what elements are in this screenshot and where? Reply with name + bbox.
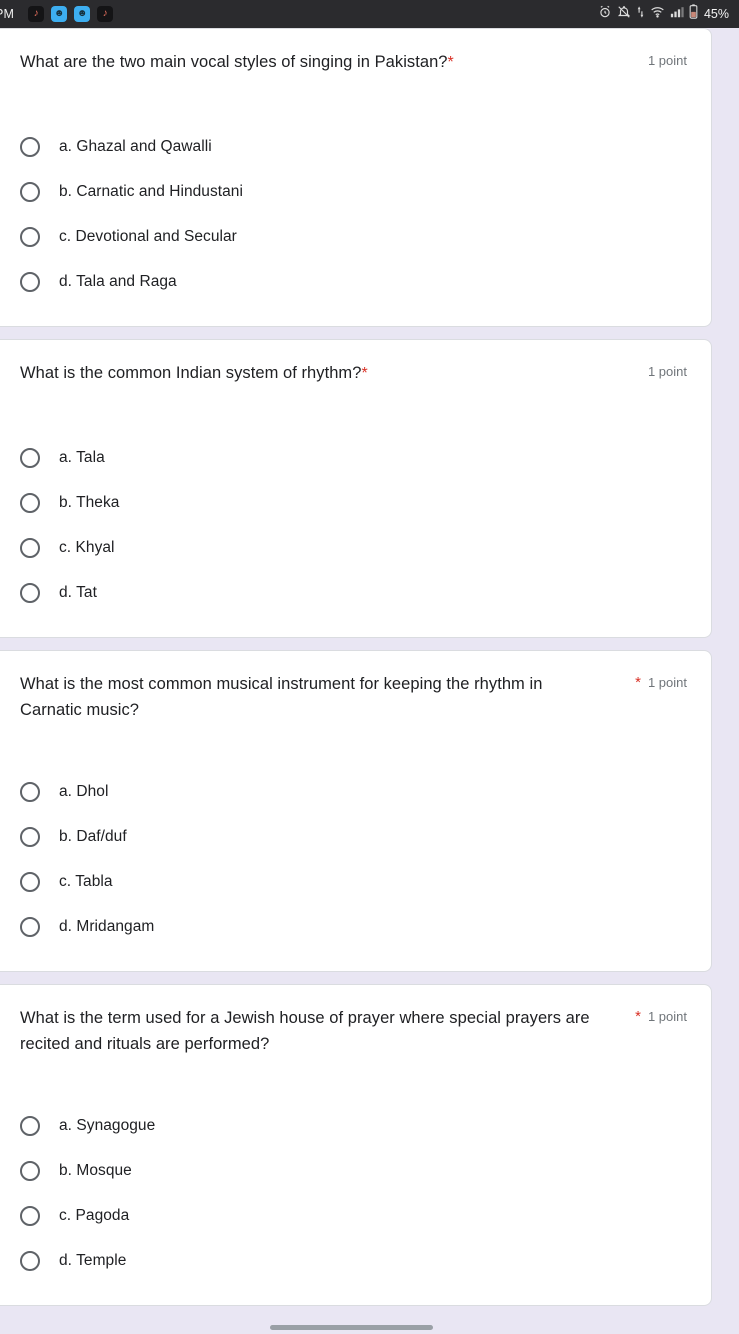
radio-button-icon[interactable] <box>20 271 40 292</box>
tiktok-notification-icon: ♪ <box>97 6 114 22</box>
question-title: What is the most common musical instrume… <box>20 675 543 719</box>
radio-button-icon[interactable] <box>20 136 40 157</box>
status-bar-right: 45% <box>598 4 729 24</box>
radio-option[interactable]: a. Synagogue <box>20 1103 687 1148</box>
radio-button-icon[interactable] <box>20 826 40 847</box>
question-header: What are the two main vocal styles of si… <box>20 49 687 76</box>
horizontal-scrollbar-thumb[interactable] <box>270 1325 433 1330</box>
radio-option[interactable]: d. Mridangam <box>20 904 687 949</box>
points-label: 1 point <box>647 53 687 68</box>
radio-button-icon[interactable] <box>20 582 40 603</box>
question-text: What is the common Indian system of rhyt… <box>20 364 362 382</box>
battery-icon <box>689 4 698 24</box>
alarm-icon <box>598 5 612 24</box>
question-title: What is the term used for a Jewish house… <box>20 1009 590 1053</box>
question-header: What is the most common musical instrume… <box>20 671 687 723</box>
radio-option[interactable]: b. Carnatic and Hindustani <box>20 169 687 214</box>
battery-percentage: 45% <box>703 7 729 21</box>
radio-button-icon[interactable] <box>20 1205 40 1226</box>
radio-option[interactable]: d. Tat <box>20 570 687 615</box>
option-label: d. Tat <box>59 583 97 601</box>
radio-button-icon[interactable] <box>20 1160 40 1181</box>
radio-option[interactable]: d. Tala and Raga <box>20 259 687 304</box>
question-meta: 1 point <box>648 360 687 379</box>
question-header: What is the common Indian system of rhyt… <box>20 360 687 387</box>
question-card: What is the common Indian system of rhyt… <box>0 339 712 638</box>
question-text: What are the two main vocal styles of si… <box>20 53 448 71</box>
radio-option[interactable]: b. Theka <box>20 480 687 525</box>
wifi-icon <box>650 5 665 24</box>
tiktok-notification-icon: ♪ <box>28 6 45 22</box>
question-card: What is the most common musical instrume… <box>0 650 712 972</box>
option-label: a. Dhol <box>59 782 109 800</box>
option-label: b. Daf/duf <box>59 827 127 845</box>
radio-option[interactable]: b. Daf/duf <box>20 814 687 859</box>
required-asterisk: * <box>635 1008 641 1025</box>
data-transfer-icon <box>636 5 645 24</box>
option-label: c. Khyal <box>59 538 115 556</box>
points-label: 1 point <box>647 1009 687 1024</box>
radio-option[interactable]: c. Khyal <box>20 525 687 570</box>
radio-button-icon[interactable] <box>20 537 40 558</box>
radio-button-icon[interactable] <box>20 1115 40 1136</box>
radio-button-icon[interactable] <box>20 181 40 202</box>
answer-options: a. Synagogue b. Mosque c. Pagoda d. Temp… <box>20 1103 687 1283</box>
radio-button-icon[interactable] <box>20 871 40 892</box>
option-label: d. Temple <box>59 1251 127 1269</box>
signal-bars-icon <box>670 5 684 24</box>
required-asterisk: * <box>635 674 641 691</box>
radio-option[interactable]: d. Temple <box>20 1238 687 1283</box>
question-header: What is the term used for a Jewish house… <box>20 1005 687 1057</box>
question-meta: * 1 point <box>635 671 687 690</box>
option-label: b. Carnatic and Hindustani <box>59 182 243 200</box>
status-bar: PM ♪ ☻ ☻ ♪ <box>0 0 739 28</box>
option-label: d. Tala and Raga <box>59 272 177 290</box>
question-card: What are the two main vocal styles of si… <box>0 28 712 327</box>
radio-option[interactable]: b. Mosque <box>20 1148 687 1193</box>
required-asterisk: * <box>361 365 368 382</box>
option-label: c. Tabla <box>59 872 113 890</box>
radio-option[interactable]: c. Pagoda <box>20 1193 687 1238</box>
notifications-muted-icon <box>617 5 631 24</box>
status-bar-left: PM ♪ ☻ ☻ ♪ <box>0 6 598 22</box>
answer-options: a. Tala b. Theka c. Khyal d. Tat <box>20 435 687 615</box>
question-meta: * 1 point <box>635 1005 687 1024</box>
option-label: d. Mridangam <box>59 917 155 935</box>
question-card: What is the term used for a Jewish house… <box>0 984 712 1306</box>
option-label: c. Devotional and Secular <box>59 227 237 245</box>
status-clock: PM <box>0 7 15 21</box>
option-label: b. Mosque <box>59 1161 132 1179</box>
points-label: 1 point <box>647 364 687 379</box>
required-asterisk: * <box>447 54 454 71</box>
radio-option[interactable]: a. Dhol <box>20 769 687 814</box>
radio-option[interactable]: a. Tala <box>20 435 687 480</box>
option-label: a. Tala <box>59 448 105 466</box>
notification-icons: ♪ ☻ ☻ ♪ <box>28 6 114 22</box>
radio-option[interactable]: c. Tabla <box>20 859 687 904</box>
option-label: a. Ghazal and Qawalli <box>59 137 212 155</box>
option-label: b. Theka <box>59 493 120 511</box>
points-label: 1 point <box>647 675 687 690</box>
form-question-list[interactable]: What are the two main vocal styles of si… <box>0 28 739 1334</box>
messenger-notification-icon: ☻ <box>51 6 68 22</box>
answer-options: a. Ghazal and Qawalli b. Carnatic and Hi… <box>20 124 687 304</box>
messenger-notification-icon: ☻ <box>74 6 91 22</box>
radio-button-icon[interactable] <box>20 1250 40 1271</box>
question-title: What are the two main vocal styles of si… <box>20 49 454 76</box>
question-meta: 1 point <box>648 49 687 68</box>
answer-options: a. Dhol b. Daf/duf c. Tabla d. Mridangam <box>20 769 687 949</box>
option-label: a. Synagogue <box>59 1116 156 1134</box>
radio-option[interactable]: c. Devotional and Secular <box>20 214 687 259</box>
radio-button-icon[interactable] <box>20 492 40 513</box>
question-title: What is the common Indian system of rhyt… <box>20 360 368 387</box>
radio-option[interactable]: a. Ghazal and Qawalli <box>20 124 687 169</box>
radio-button-icon[interactable] <box>20 226 40 247</box>
radio-button-icon[interactable] <box>20 916 40 937</box>
radio-button-icon[interactable] <box>20 447 40 468</box>
radio-button-icon[interactable] <box>20 781 40 802</box>
option-label: c. Pagoda <box>59 1206 130 1224</box>
